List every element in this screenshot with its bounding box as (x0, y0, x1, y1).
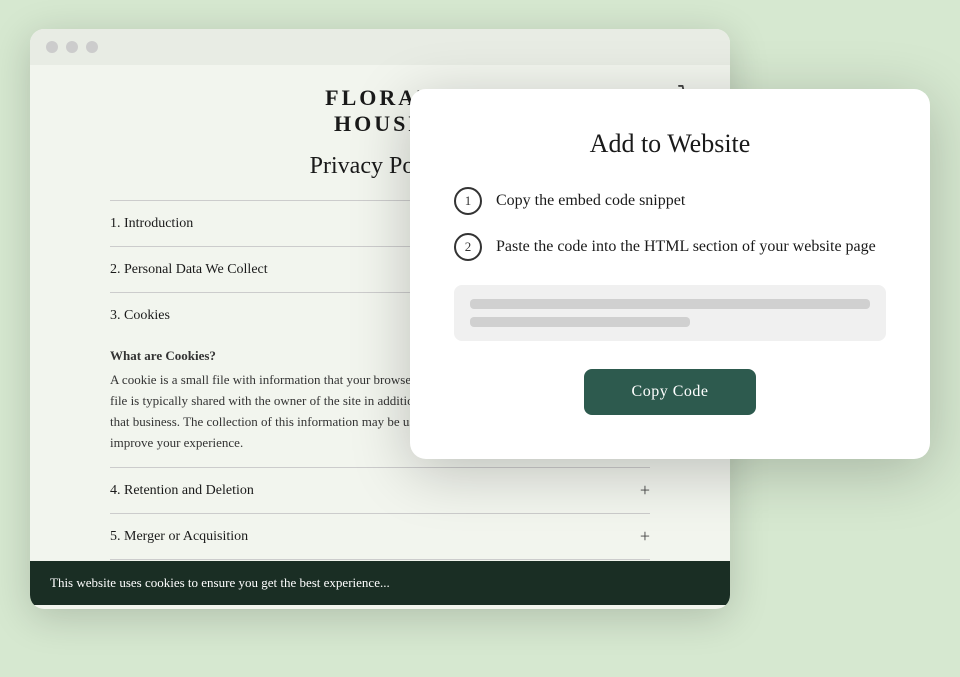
code-line-2 (470, 317, 690, 327)
cookie-banner-text: This website uses cookies to ensure you … (50, 575, 390, 590)
window-dot-green (86, 41, 98, 53)
accordion-label-1: 1. Introduction (110, 216, 193, 232)
modal-step-1: 1 Copy the embed code snippet (454, 187, 886, 215)
modal-step-2: 2 Paste the code into the HTML section o… (454, 233, 886, 261)
accordion-plus-5: + (640, 526, 650, 547)
step-text-1: Copy the embed code snippet (496, 192, 685, 210)
cookie-banner: This website uses cookies to ensure you … (30, 561, 730, 605)
window-dot-yellow (66, 41, 78, 53)
modal-title: Add to Website (454, 129, 886, 159)
accordion-item-4[interactable]: 4. Retention and Deletion + (110, 467, 650, 513)
accordion-label-5: 5. Merger or Acquisition (110, 529, 248, 545)
browser-titlebar (30, 29, 730, 65)
modal-panel: Add to Website 1 Copy the embed code sni… (410, 89, 930, 459)
accordion-label-3: 3. Cookies (110, 308, 170, 324)
accordion-label-4: 4. Retention and Deletion (110, 483, 254, 499)
accordion-item-5[interactable]: 5. Merger or Acquisition + (110, 513, 650, 559)
window-dot-red (46, 41, 58, 53)
step-text-2: Paste the code into the HTML section of … (496, 238, 876, 256)
code-snippet-area (454, 285, 886, 341)
accordion-plus-4: + (640, 480, 650, 501)
step-circle-1: 1 (454, 187, 482, 215)
code-line-1 (470, 299, 870, 309)
copy-code-button[interactable]: Copy Code (584, 369, 757, 415)
accordion-label-2: 2. Personal Data We Collect (110, 262, 268, 278)
step-circle-2: 2 (454, 233, 482, 261)
